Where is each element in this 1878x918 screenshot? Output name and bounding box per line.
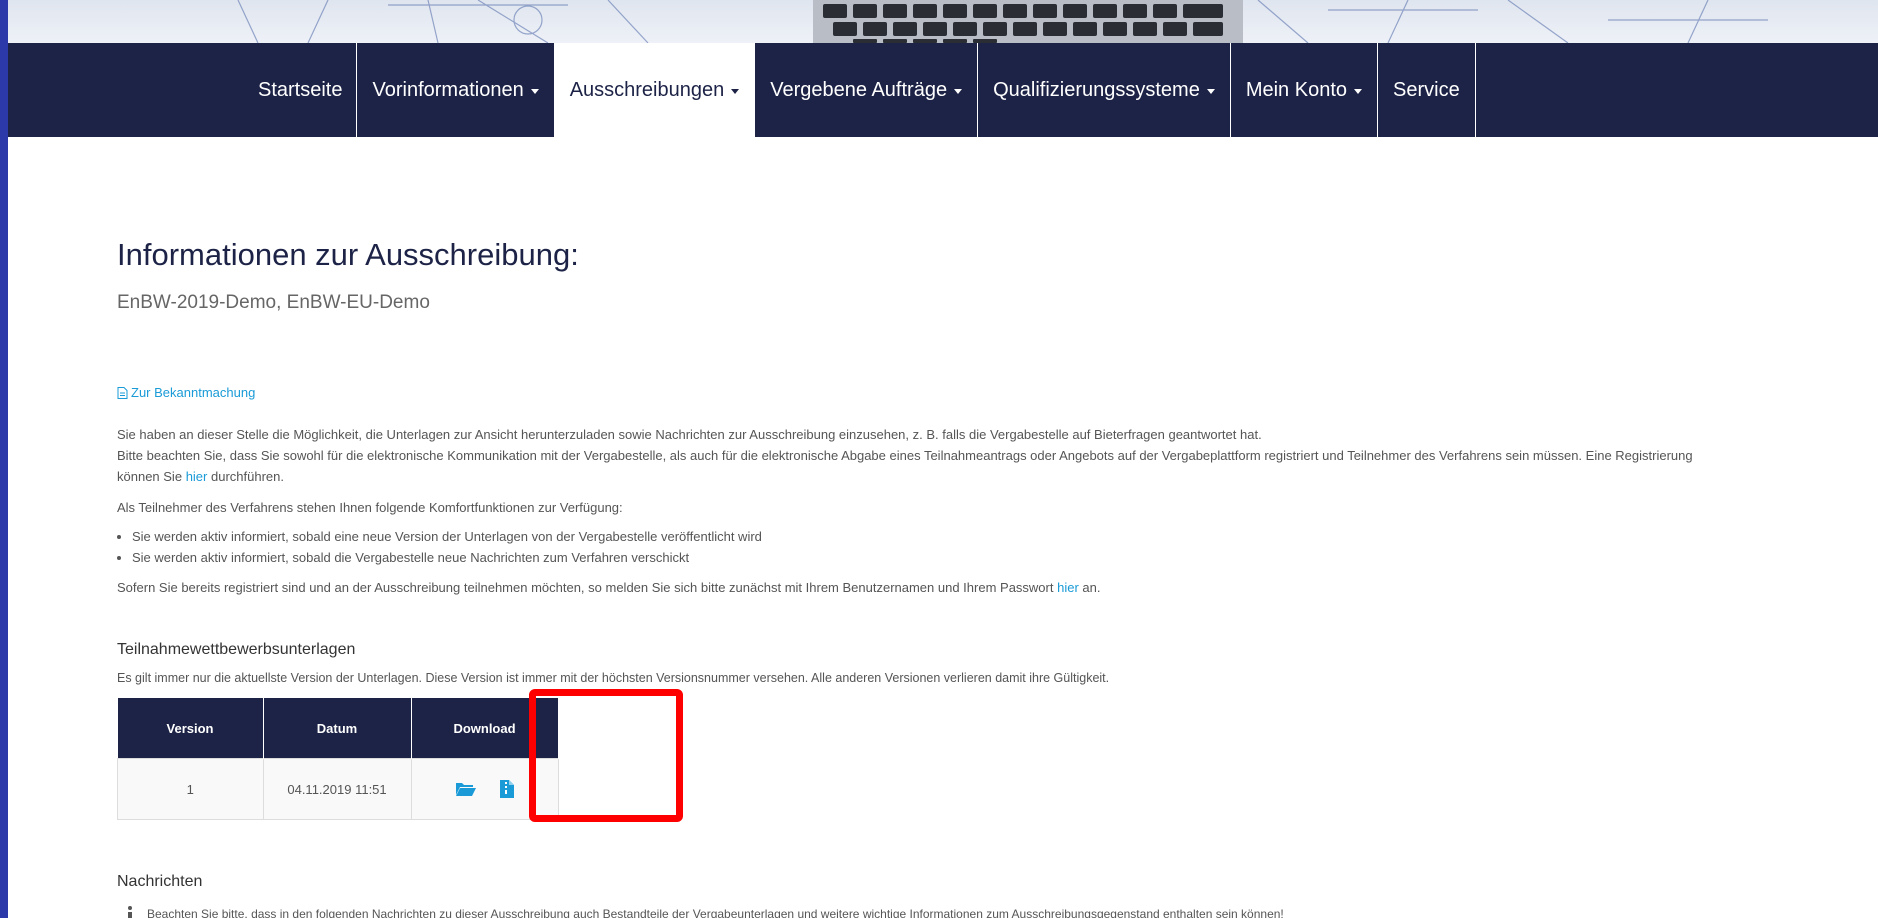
nav-item-ausschreibungen[interactable]: Ausschreibungen [554, 43, 756, 137]
login-text: Sofern Sie bereits registriert sind und … [117, 580, 1054, 595]
nav-item-label: Startseite [258, 78, 343, 101]
nav-item-mein-konto[interactable]: Mein Konto [1231, 43, 1378, 137]
document-icon [117, 386, 128, 399]
caret-down-icon [1206, 88, 1215, 94]
login-text-end: an. [1082, 580, 1101, 595]
bekanntmachung-link[interactable]: Zur Bekanntmachung [117, 385, 255, 400]
page-subtitle: EnBW-2019-Demo, EnBW-EU-Demo [117, 292, 430, 313]
documents-heading: Teilnahmewettbewerbsunterlagen [117, 641, 356, 658]
info-icon [127, 906, 133, 918]
nav-item-label: Ausschreibungen [569, 78, 725, 101]
nav-item-label: Vergebene Aufträge [770, 78, 948, 101]
messages-info-text: Beachten Sie bitte, dass in den folgende… [147, 907, 1284, 918]
list-item: Sie werden aktiv informiert, sobald eine… [132, 526, 762, 547]
column-header-datum: Datum [263, 698, 412, 759]
messages-heading: Nachrichten [117, 873, 203, 890]
folder-open-icon[interactable] [455, 781, 477, 797]
features-intro: Als Teilnehmer des Verfahrens stehen Ihn… [117, 500, 623, 515]
caret-down-icon [731, 88, 740, 94]
nav-item-label: Service [1393, 78, 1460, 101]
messages-info: Beachten Sie bitte, dass in den folgende… [117, 906, 1284, 918]
documents-note: Es gilt immer nur die aktuellste Version… [117, 671, 1110, 685]
documents-table: Version Datum Download 1 04.11.2019 11:5… [117, 698, 559, 820]
nav-item-vorinformationen[interactable]: Vorinformationen [357, 43, 555, 137]
registration-link[interactable]: hier [186, 469, 208, 484]
intro-paragraph: Sie haben an dieser Stelle die Möglichke… [117, 424, 1717, 487]
zip-file-icon[interactable] [500, 780, 514, 798]
header-banner-image [8, 0, 1878, 43]
cell-datum: 04.11.2019 11:51 [262, 758, 412, 820]
nav-item-label: Qualifizierungssysteme [993, 78, 1200, 101]
intro-line-2: Bitte beachten Sie, dass Sie sowohl für … [117, 448, 1693, 484]
highlight-annotation [529, 689, 683, 822]
table-header-row: Version Datum Download [117, 698, 559, 759]
intro-line-2-end: durchführen. [211, 469, 284, 484]
nav-item-qualifizierungssysteme[interactable]: Qualifizierungssysteme [978, 43, 1231, 137]
main-navigation: Startseite Vorinformationen Ausschreibun… [8, 43, 1878, 137]
caret-down-icon [1354, 88, 1362, 94]
table-row: 1 04.11.2019 11:51 [117, 758, 559, 820]
nav-item-service[interactable]: Service [1378, 43, 1476, 137]
login-paragraph: Sofern Sie bereits registriert sind und … [117, 577, 1717, 598]
browser-viewport: Startseite Vorinformationen Ausschreibun… [8, 0, 1878, 918]
nav-item-label: Vorinformationen [372, 78, 524, 101]
login-link[interactable]: hier [1057, 580, 1079, 595]
cell-version: 1 [117, 758, 264, 820]
caret-down-icon [954, 88, 963, 94]
nav-item-startseite[interactable]: Startseite [243, 43, 358, 137]
intro-line-1: Sie haben an dieser Stelle die Möglichke… [117, 427, 1262, 442]
list-item: Sie werden aktiv informiert, sobald die … [132, 547, 762, 568]
nav-item-vergebene-auftraege[interactable]: Vergebene Aufträge [755, 43, 979, 137]
caret-down-icon [530, 88, 539, 94]
features-list: Sie werden aktiv informiert, sobald eine… [117, 526, 762, 568]
column-header-version: Version [117, 698, 264, 759]
nav-item-label: Mein Konto [1245, 78, 1347, 101]
bekanntmachung-link-label: Zur Bekanntmachung [131, 385, 256, 400]
page-title: Informationen zur Ausschreibung: [117, 237, 579, 272]
